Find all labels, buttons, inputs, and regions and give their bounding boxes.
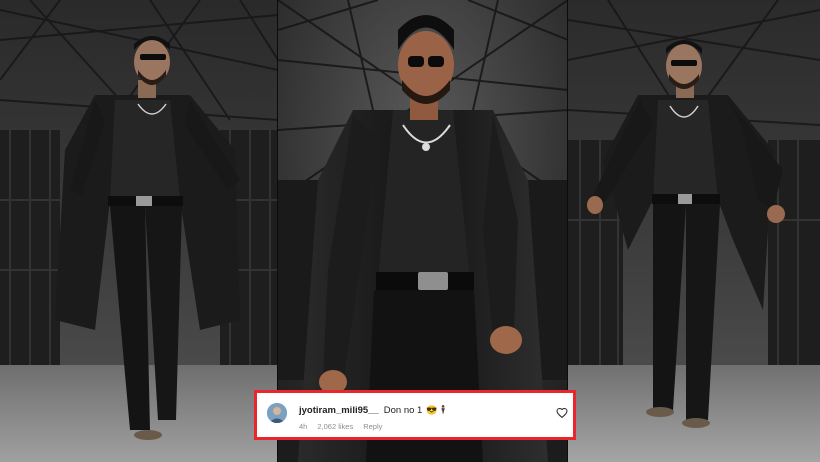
comment-emoji: 😎🕴 [426,405,449,415]
comment-time: 4h [299,422,308,431]
user-avatar[interactable] [267,403,287,423]
heart-icon[interactable] [556,407,568,419]
comment-body: jyotiram_mili95__ Don no 1 😎🕴 [299,405,449,416]
highlighted-comment: jyotiram_mili95__ Don no 1 😎🕴 4h 2,062 like… [254,390,576,440]
photo-left [0,0,278,462]
comment-likes[interactable]: 2,062 likes [317,422,353,431]
photo-panel-left [0,0,278,462]
comment-text: Don no 1 [383,405,423,416]
comment-meta: 4h 2,062 likes Reply [299,422,392,431]
photo-panel-right [568,0,820,462]
photo-right [568,0,820,462]
reply-button[interactable]: Reply [363,422,382,431]
comment-username[interactable]: jyotiram_mili95__ [299,405,379,416]
